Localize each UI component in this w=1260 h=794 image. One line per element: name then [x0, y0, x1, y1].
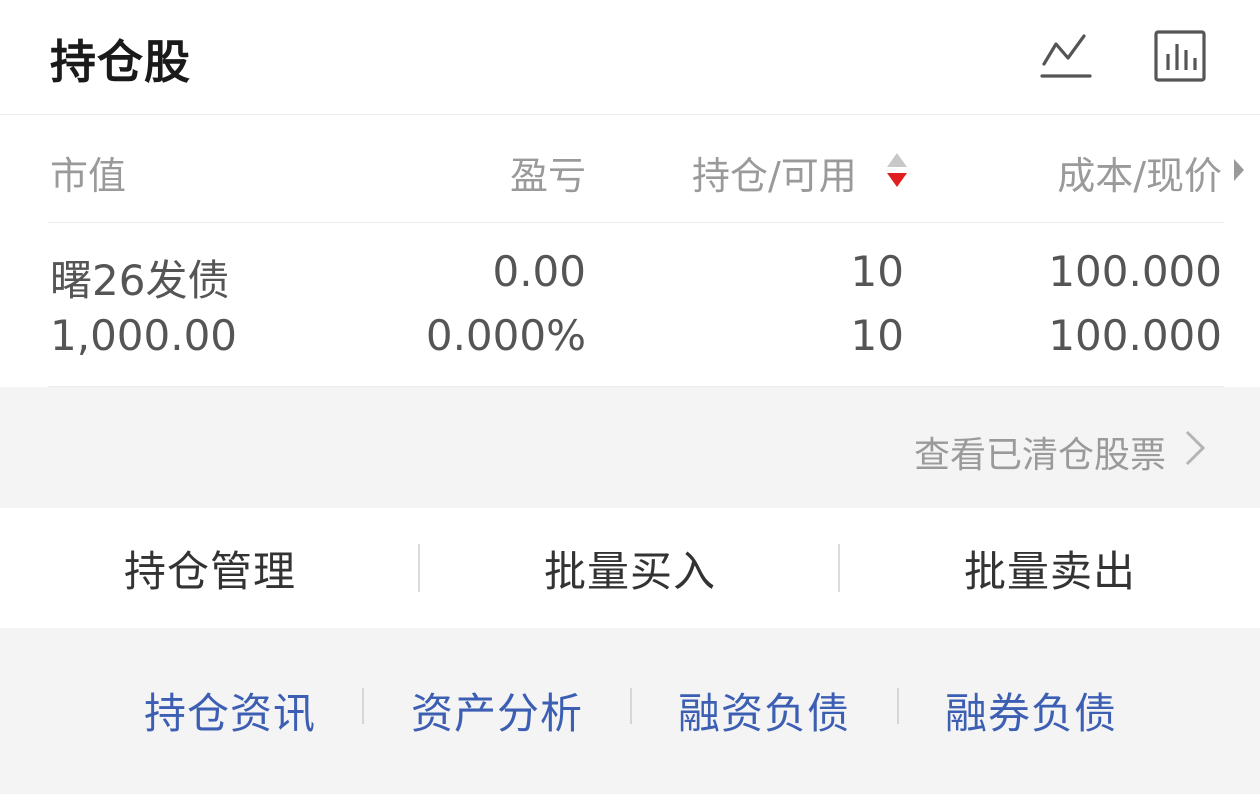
column-header-position[interactable]: 持仓/可用 [692, 145, 857, 200]
column-header-profit[interactable]: 盈亏 [386, 145, 586, 200]
position-qty: 10 [850, 247, 904, 296]
margin-debt-link[interactable]: 融资负债 [631, 680, 897, 741]
security-name: 曙26发债 [50, 256, 230, 305]
column-header-market-value[interactable]: 市值 [50, 145, 126, 200]
asset-analysis-link[interactable]: 资产分析 [364, 680, 630, 741]
action-bar: 持仓管理 批量买入 批量卖出 [0, 508, 1260, 628]
profit-percent: 0.000% [425, 311, 586, 360]
cost-price: 100.000 [1048, 247, 1222, 296]
row-divider [48, 386, 1224, 387]
profit-amount: 0.00 [492, 247, 586, 296]
page-title: 持仓股 [50, 35, 191, 89]
column-header-cost[interactable]: 成本/现价 [980, 145, 1222, 200]
sort-icon[interactable] [886, 151, 908, 191]
header-bar: 持仓股 [0, 0, 1260, 115]
batch-sell-button[interactable]: 批量卖出 [840, 508, 1260, 628]
short-debt-link[interactable]: 融券负债 [898, 680, 1164, 741]
bottom-links: 持仓资讯 资产分析 融资负债 融券负债 [0, 628, 1260, 794]
market-value: 1,000.00 [50, 311, 238, 360]
bar-chart-icon[interactable] [1154, 30, 1206, 82]
line-chart-icon[interactable] [1040, 30, 1092, 82]
batch-buy-button[interactable]: 批量买入 [420, 508, 840, 628]
holdings-table: 市值 盈亏 持仓/可用 成本/现价 曙26发债 1,000.00 0.00 0.… [0, 115, 1260, 387]
position-management-button[interactable]: 持仓管理 [0, 508, 420, 628]
scroll-right-icon[interactable] [1232, 157, 1246, 183]
header-divider [48, 222, 1224, 223]
column-header-position-label: 持仓/可用 [692, 154, 857, 198]
cleared-stocks-link[interactable]: 查看已清仓股票 [914, 426, 1166, 478]
available-qty: 10 [850, 311, 904, 360]
current-price: 100.000 [1048, 311, 1222, 360]
chevron-right-icon [1185, 430, 1206, 466]
position-news-link[interactable]: 持仓资讯 [97, 680, 363, 741]
cleared-stocks-row[interactable]: 查看已清仓股票 [0, 388, 1260, 506]
